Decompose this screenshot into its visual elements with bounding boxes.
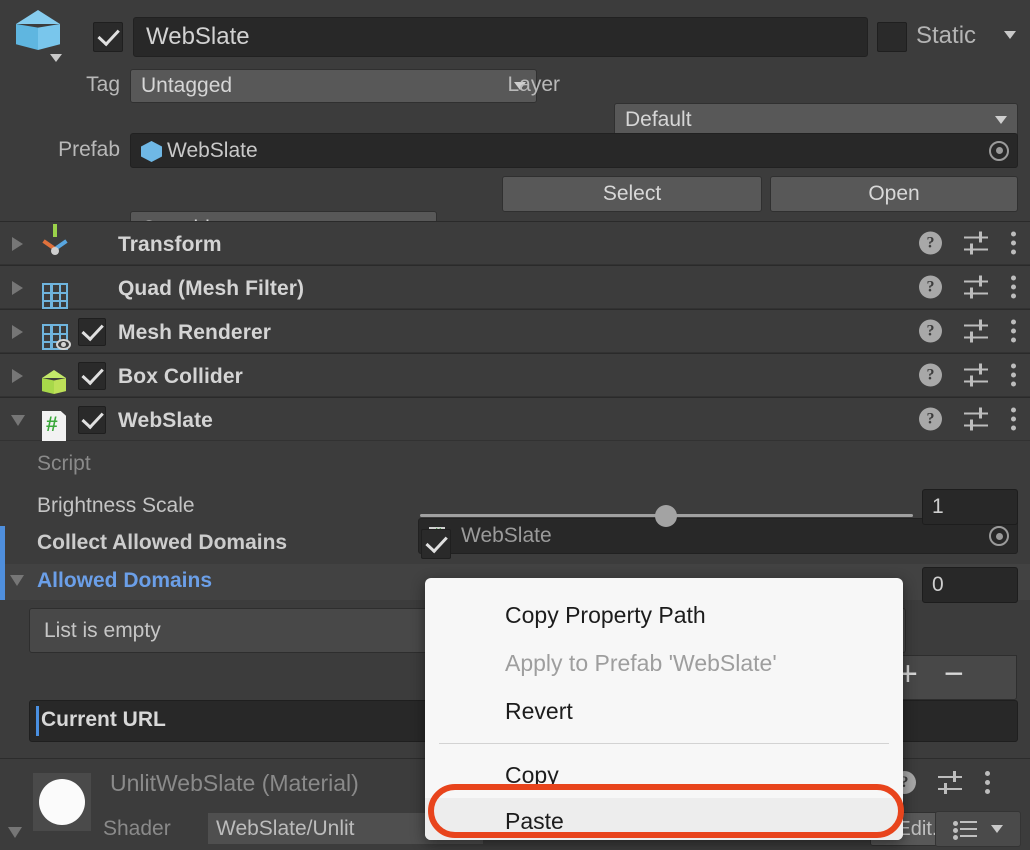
- shader-label: Shader: [103, 817, 171, 841]
- expand-arrow-icon[interactable]: [12, 237, 23, 251]
- text-cursor: [36, 706, 39, 736]
- layer-dropdown[interactable]: Default: [614, 103, 1018, 137]
- settings-icon[interactable]: [964, 364, 988, 386]
- gameobject-header: WebSlate Static Tag Untagged Layer Defau…: [0, 0, 1030, 112]
- expand-arrow-icon[interactable]: [12, 369, 23, 383]
- component-title: Box Collider: [118, 365, 243, 389]
- component-enabled-checkbox[interactable]: [78, 318, 106, 346]
- context-menu-item-apply-to-prefab: Apply to Prefab 'WebSlate': [425, 639, 903, 687]
- kebab-menu-icon[interactable]: [1010, 364, 1016, 387]
- current-url-label: Current URL: [41, 708, 166, 732]
- brightness-scale-slider[interactable]: [420, 505, 913, 527]
- component-row-icons: ?: [919, 276, 1016, 299]
- context-menu[interactable]: Copy Property Path Apply to Prefab 'WebS…: [425, 578, 903, 840]
- context-menu-item-copy-property-path[interactable]: Copy Property Path: [425, 591, 903, 639]
- settings-icon[interactable]: [964, 408, 988, 430]
- static-checkbox[interactable]: [877, 22, 907, 52]
- kebab-menu-icon[interactable]: [1010, 232, 1016, 255]
- open-button[interactable]: Open: [770, 176, 1018, 212]
- transform-icon: [40, 235, 70, 265]
- object-picker-icon[interactable]: [989, 526, 1009, 546]
- collect-allowed-domains-label: Collect Allowed Domains: [37, 531, 287, 555]
- component-title: Transform: [118, 233, 222, 257]
- gameobject-enabled-checkbox[interactable]: [93, 22, 123, 52]
- kebab-menu-icon[interactable]: [1010, 408, 1016, 431]
- prefab-override-bar: [0, 526, 5, 564]
- context-menu-item-paste[interactable]: Paste: [425, 798, 903, 840]
- chevron-down-icon: [991, 825, 1003, 833]
- component-row-mesh-renderer[interactable]: Mesh Renderer ?: [0, 309, 1030, 353]
- script-icon: #: [42, 411, 66, 441]
- material-collapse-arrow-icon[interactable]: [8, 827, 22, 838]
- material-row-icons: ?: [893, 771, 990, 794]
- help-icon[interactable]: ?: [919, 232, 942, 255]
- component-enabled-checkbox[interactable]: [78, 362, 106, 390]
- help-icon[interactable]: ?: [919, 408, 942, 431]
- brightness-scale-label: Brightness Scale: [37, 494, 195, 518]
- layer-label: Layer: [480, 73, 560, 97]
- prefab-object-field[interactable]: WebSlate: [130, 133, 1018, 168]
- gameobject-icon-dropdown[interactable]: [50, 54, 62, 62]
- prefab-label: Prefab: [20, 138, 120, 162]
- component-row-icons: ?: [919, 320, 1016, 343]
- expand-arrow-icon[interactable]: [12, 281, 23, 295]
- kebab-menu-icon[interactable]: [1010, 320, 1016, 343]
- gameobject-name-input[interactable]: WebSlate: [133, 17, 868, 57]
- unity-inspector-panel: WebSlate Static Tag Untagged Layer Defau…: [0, 0, 1030, 850]
- component-title: Quad (Mesh Filter): [118, 277, 304, 301]
- settings-icon[interactable]: [964, 232, 988, 254]
- preset-list-icon: [953, 819, 977, 839]
- tag-value: Untagged: [141, 74, 232, 98]
- component-row-icons: ?: [919, 408, 1016, 431]
- component-row-transform[interactable]: Transform ?: [0, 221, 1030, 265]
- layer-value: Default: [625, 108, 692, 132]
- prefab-override-bar: [0, 564, 5, 600]
- remove-item-button[interactable]: −: [944, 657, 964, 691]
- collect-allowed-domains-checkbox[interactable]: [421, 529, 451, 559]
- allowed-domains-count-input[interactable]: 0: [922, 567, 1018, 603]
- context-menu-separator: [439, 743, 889, 744]
- material-preview: [33, 773, 91, 831]
- kebab-menu-icon[interactable]: [984, 771, 990, 794]
- component-row-box-collider[interactable]: Box Collider ?: [0, 353, 1030, 397]
- collapse-arrow-icon[interactable]: [10, 575, 24, 586]
- script-property-label: Script: [37, 452, 91, 476]
- mesh-filter-icon: [42, 283, 68, 309]
- component-row-webslate[interactable]: # WebSlate ?: [0, 397, 1030, 441]
- context-menu-item-revert[interactable]: Revert: [425, 687, 903, 735]
- component-title: WebSlate: [118, 409, 213, 433]
- brightness-scale-input[interactable]: 1: [922, 489, 1018, 525]
- slider-handle[interactable]: [655, 505, 677, 527]
- component-row-mesh-filter[interactable]: Quad (Mesh Filter) ?: [0, 265, 1030, 309]
- settings-icon[interactable]: [964, 276, 988, 298]
- context-menu-item-copy[interactable]: Copy: [425, 752, 903, 798]
- tag-label: Tag: [40, 73, 120, 97]
- collapse-arrow-icon[interactable]: [11, 415, 25, 426]
- static-dropdown-icon[interactable]: [1004, 31, 1016, 39]
- material-options-button[interactable]: [935, 811, 1021, 847]
- static-label: Static: [916, 22, 976, 50]
- material-name: UnlitWebSlate (Material): [110, 770, 359, 797]
- help-icon[interactable]: ?: [919, 320, 942, 343]
- expand-arrow-icon[interactable]: [12, 325, 23, 339]
- kebab-menu-icon[interactable]: [1010, 276, 1016, 299]
- object-picker-icon[interactable]: [989, 141, 1009, 161]
- allowed-domains-label: Allowed Domains: [37, 569, 212, 593]
- mesh-renderer-icon: [42, 324, 68, 350]
- settings-icon[interactable]: [938, 772, 962, 794]
- component-row-icons: ?: [919, 364, 1016, 387]
- help-icon[interactable]: ?: [919, 364, 942, 387]
- component-row-icons: ?: [919, 232, 1016, 255]
- select-button[interactable]: Select: [502, 176, 762, 212]
- box-collider-icon: [40, 369, 68, 397]
- settings-icon[interactable]: [964, 320, 988, 342]
- component-title: Mesh Renderer: [118, 321, 271, 345]
- tag-dropdown[interactable]: Untagged: [130, 69, 537, 103]
- component-enabled-checkbox[interactable]: [78, 406, 106, 434]
- chevron-down-icon: [995, 116, 1007, 124]
- help-icon[interactable]: ?: [919, 276, 942, 299]
